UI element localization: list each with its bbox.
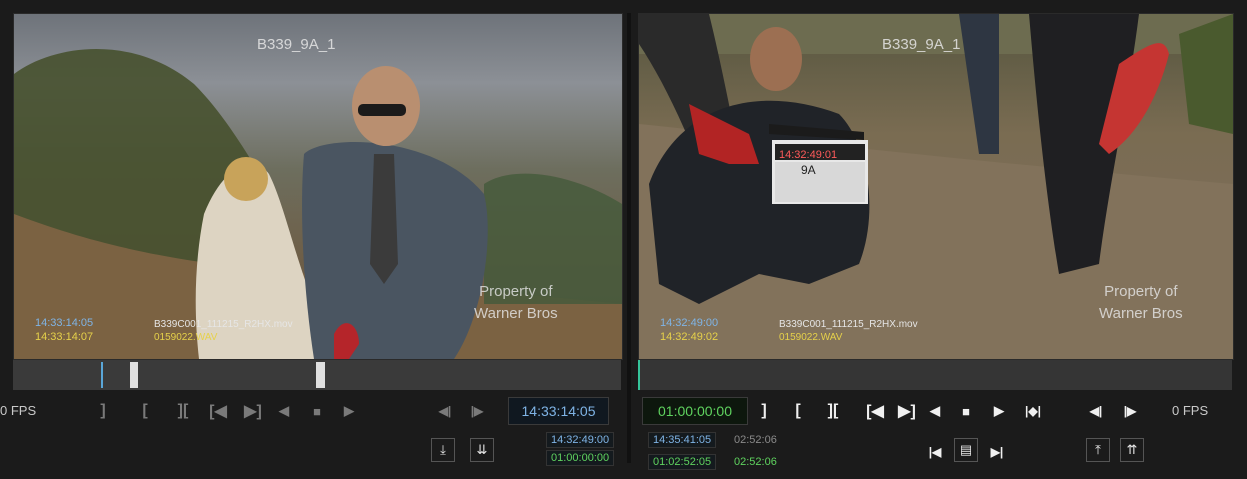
- mark-in-bracket-icon[interactable]: [: [787, 397, 809, 425]
- step-forward-icon[interactable]: |▶: [466, 397, 488, 425]
- lift-icon[interactable]: ⤒: [1086, 438, 1110, 462]
- record-timecode-display[interactable]: 01:00:00:00: [642, 397, 748, 425]
- clip-name-overlay: B339_9A_1: [257, 36, 336, 53]
- clear-marks-icon[interactable]: ][: [820, 397, 846, 425]
- source-viewer[interactable]: B339_9A_1 Property of Warner Bros 14:33:…: [13, 13, 623, 360]
- play-reverse-icon[interactable]: ◀: [924, 397, 946, 425]
- source-timecode: 14:33:14:05: [35, 317, 94, 329]
- watermark-line2: Warner Bros: [474, 305, 558, 322]
- extract-icon[interactable]: ⇈: [1120, 438, 1144, 462]
- stop-icon[interactable]: ■: [306, 397, 328, 425]
- mark-in-timecode: 14:35:41:05: [648, 432, 717, 448]
- out-duration: 02:52:06: [734, 456, 777, 468]
- mark-out-bracket-icon[interactable]: ]: [753, 397, 775, 425]
- mark-in-bracket-icon[interactable]: [: [134, 397, 156, 425]
- mark-in-marker[interactable]: [130, 362, 138, 388]
- record-viewer[interactable]: 14:32:49:01 9A B339_9A_1 Property of War…: [638, 13, 1234, 360]
- go-to-start-icon[interactable]: |◆|: [1020, 397, 1046, 425]
- mark-in-timecode: 14:32:49:00: [546, 432, 615, 448]
- mark-out-bracket-icon[interactable]: ]: [92, 397, 114, 425]
- in-duration: 02:52:06: [734, 434, 777, 446]
- go-to-in-icon[interactable]: [◀: [862, 397, 888, 425]
- step-back-icon[interactable]: ◀|: [1085, 397, 1107, 425]
- play-reverse-icon[interactable]: ◀: [273, 397, 295, 425]
- watermark: Property of Warner Bros: [474, 281, 558, 325]
- playhead-marker[interactable]: [638, 360, 640, 390]
- audio-filename: 0159022.WAV: [779, 332, 843, 343]
- slate-scene: 9A: [801, 163, 816, 177]
- go-to-in-icon[interactable]: [◀: [205, 397, 231, 425]
- overwrite-icon[interactable]: ⇊: [470, 438, 494, 462]
- step-forward-icon[interactable]: |▶: [1119, 397, 1141, 425]
- go-to-mark-out-icon[interactable]: ▶|: [986, 440, 1008, 464]
- audio-timecode: 14:32:49:02: [660, 331, 719, 343]
- step-back-icon[interactable]: ◀|: [434, 397, 456, 425]
- fps-readout: 0 FPS: [0, 403, 37, 418]
- watermark-line2: Warner Bros: [1099, 305, 1183, 322]
- video-filename: B339C001_111215_R2HX.mov: [154, 319, 293, 330]
- insert-icon[interactable]: ⤓: [431, 438, 455, 462]
- document-icon[interactable]: ▤: [954, 438, 978, 462]
- watermark-line1: Property of: [1104, 283, 1178, 300]
- audio-filename: 0159022.WAV: [154, 332, 218, 343]
- source-timecode-display[interactable]: 14:33:14:05: [508, 397, 609, 425]
- source-timeline-bar[interactable]: [13, 360, 621, 390]
- watermark: Property of Warner Bros: [1099, 281, 1183, 325]
- fps-readout: 0 FPS: [1172, 403, 1209, 418]
- record-timeline-bar[interactable]: [638, 360, 1232, 390]
- mark-out-timecode: 01:00:00:00: [546, 450, 615, 466]
- mark-out-timecode: 01:02:52:05: [648, 454, 717, 470]
- watermark-line1: Property of: [479, 283, 553, 300]
- go-to-out-icon[interactable]: ▶]: [894, 397, 920, 425]
- go-to-mark-in-icon[interactable]: |◀: [924, 440, 946, 464]
- clip-name-overlay: B339_9A_1: [882, 36, 961, 53]
- video-filename: B339C001_111215_R2HX.mov: [779, 319, 918, 330]
- playhead-marker[interactable]: [101, 362, 103, 388]
- mark-out-marker[interactable]: [316, 362, 325, 388]
- go-to-out-icon[interactable]: ▶]: [240, 397, 266, 425]
- slate-timecode: 14:32:49:01: [779, 149, 838, 161]
- stop-icon[interactable]: ■: [955, 397, 977, 425]
- clear-marks-icon[interactable]: ][: [170, 397, 196, 425]
- audio-timecode: 14:33:14:07: [35, 331, 94, 343]
- play-icon[interactable]: ▶: [988, 397, 1010, 425]
- play-icon[interactable]: ▶: [338, 397, 360, 425]
- viewer-divider: [627, 13, 631, 463]
- source-timecode: 14:32:49:00: [660, 317, 719, 329]
